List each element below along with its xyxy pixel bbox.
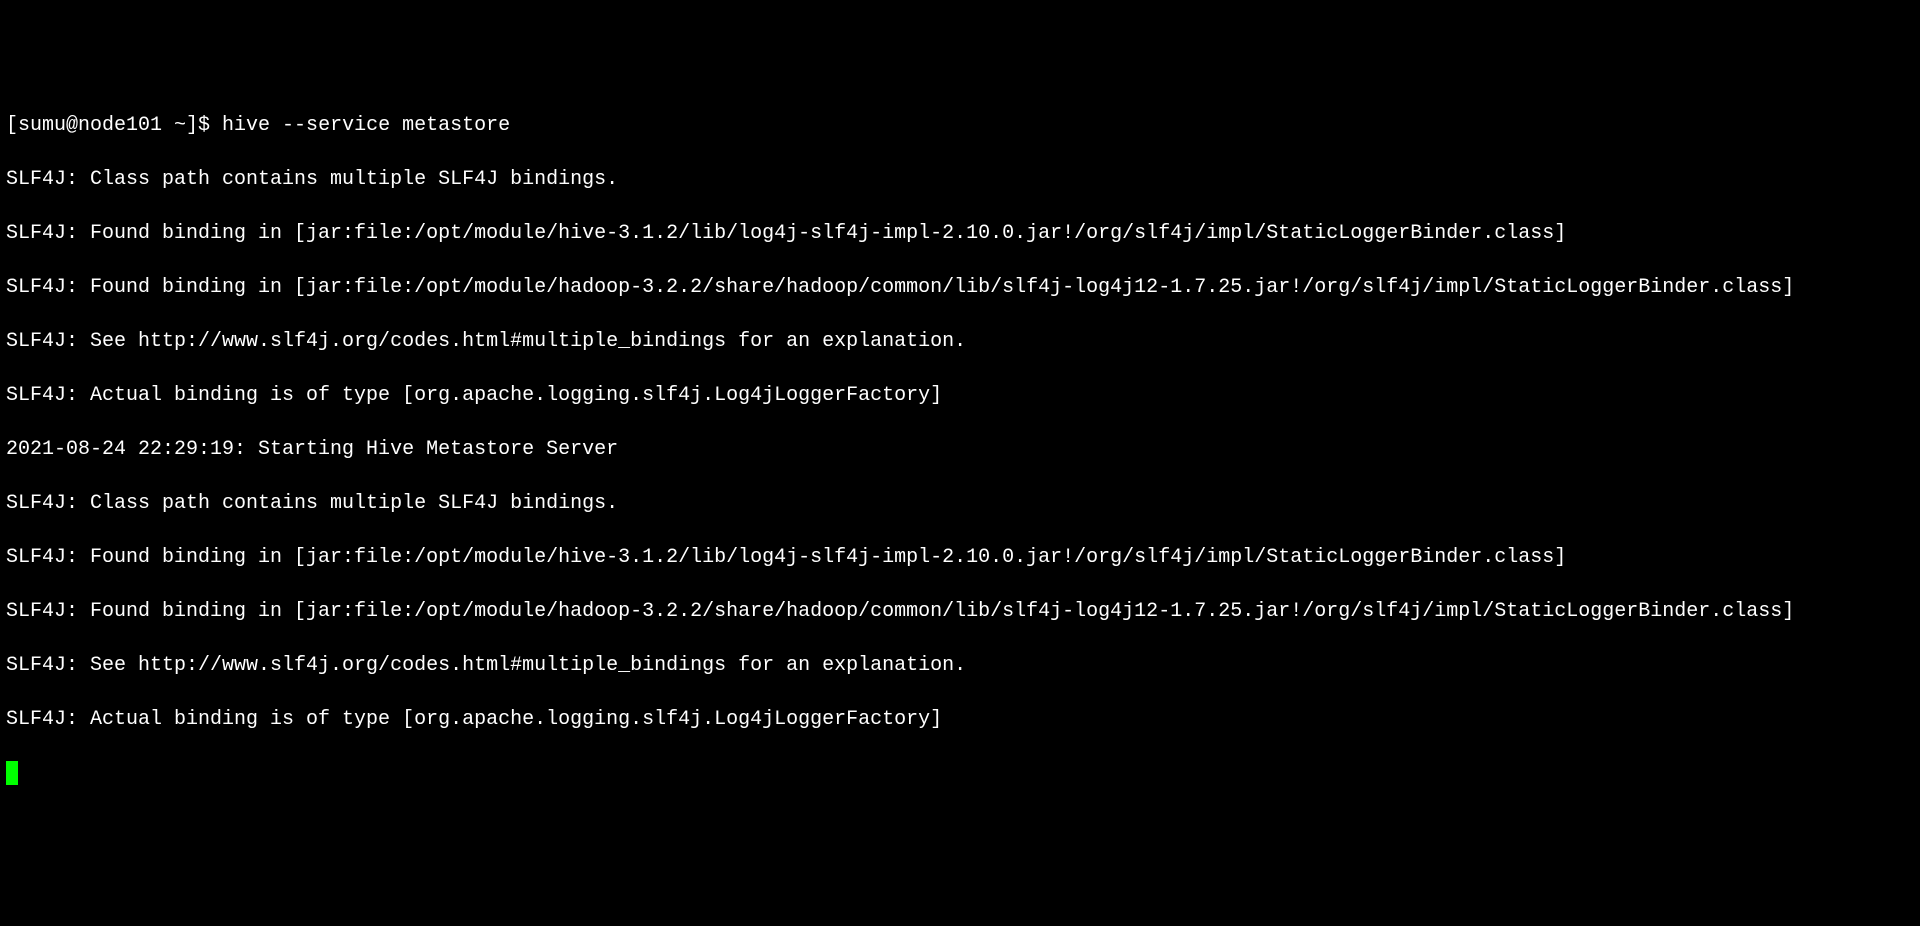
terminal-output-line: SLF4J: Actual binding is of type [org.ap… [6, 382, 1914, 409]
terminal-output-line: SLF4J: Class path contains multiple SLF4… [6, 490, 1914, 517]
terminal-output-line: SLF4J: Found binding in [jar:file:/opt/m… [6, 274, 1914, 301]
shell-prompt: [sumu@node101 ~]$ [6, 114, 222, 137]
cursor-block-icon [6, 761, 18, 785]
command-text: hive --service metastore [222, 114, 510, 137]
terminal-cursor-line[interactable] [6, 760, 1914, 787]
terminal-output-line: SLF4J: See http://www.slf4j.org/codes.ht… [6, 328, 1914, 355]
terminal-output-line: SLF4J: Found binding in [jar:file:/opt/m… [6, 544, 1914, 571]
terminal-output-line: 2021-08-24 22:29:19: Starting Hive Metas… [6, 436, 1914, 463]
terminal-output-line: SLF4J: See http://www.slf4j.org/codes.ht… [6, 652, 1914, 679]
terminal-output-line: SLF4J: Actual binding is of type [org.ap… [6, 706, 1914, 733]
terminal-output-line: SLF4J: Found binding in [jar:file:/opt/m… [6, 598, 1914, 625]
terminal-output-line: SLF4J: Found binding in [jar:file:/opt/m… [6, 220, 1914, 247]
terminal-output-line: SLF4J: Class path contains multiple SLF4… [6, 166, 1914, 193]
terminal-command-line[interactable]: [sumu@node101 ~]$ hive --service metasto… [6, 112, 1914, 139]
